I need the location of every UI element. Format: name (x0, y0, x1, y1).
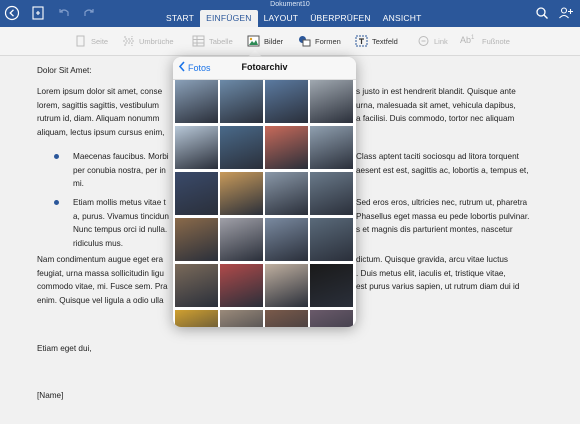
photo-thumbnail[interactable] (220, 126, 263, 169)
table-icon (192, 35, 205, 47)
toolbar-breaks-label: Umbrüche (139, 36, 174, 46)
photo-thumbnail[interactable] (265, 218, 308, 261)
photo-thumbnail[interactable] (220, 310, 263, 327)
toolbar-shapes-label: Formen (315, 36, 341, 46)
toolbar-textbox-label: Textfeld (372, 36, 398, 46)
photo-thumbnail[interactable] (265, 172, 308, 215)
toolbar-link[interactable]: Link (417, 34, 448, 48)
photo-picker-popover: Fotos Fotoarchiv (173, 57, 356, 327)
file-icon[interactable] (30, 5, 46, 21)
bullet-marker (54, 200, 59, 205)
photo-thumbnail[interactable] (220, 172, 263, 215)
para2-right-line-2: . Duis metus elit, iaculis et, tristique… (356, 268, 506, 278)
photo-thumbnail[interactable] (175, 218, 218, 261)
bullet1-right-line-1: Class aptent taciti sociosqu ad litora t… (356, 152, 519, 161)
ribbon-tabs: START EINFÜGEN LAYOUT ÜBERPRÜFEN ANSICHT (160, 10, 427, 27)
photo-thumbnail[interactable] (175, 264, 218, 307)
textbox-icon (355, 35, 368, 47)
toolbar-page[interactable]: Seite (74, 34, 108, 48)
photo-thumbnail[interactable] (265, 80, 308, 123)
toolbar-link-label: Link (434, 36, 448, 46)
photo-thumbnail[interactable] (220, 264, 263, 307)
title-bar: Dokument10 START EINFÜGEN LAYOUT ÜBERPRÜ… (0, 0, 580, 27)
bullet2-right-line-3: s et magnis dis parturient montes, nasce… (356, 225, 513, 234)
toolbar-footnote-label: Fußnote (482, 36, 510, 46)
photo-thumbnail[interactable] (265, 264, 308, 307)
undo-icon[interactable] (56, 5, 72, 21)
closing-line: Etiam eget dui, (37, 344, 92, 353)
toolbar-table-label: Tabelle (209, 36, 233, 46)
page-icon (74, 35, 87, 47)
toolbar-footnote[interactable]: Ab1 Fußnote (460, 34, 510, 48)
photo-thumbnail[interactable] (175, 310, 218, 327)
photo-thumbnail[interactable] (265, 126, 308, 169)
photo-thumbnail[interactable] (310, 264, 353, 307)
para1-right-line-2: urna, malesuada sit amet, vehicula dapib… (356, 100, 516, 110)
shapes-icon (298, 35, 311, 47)
popover-header: Fotos Fotoarchiv (173, 57, 356, 80)
bullet1-right-line-2: aesent est est, sagittis ac, lobortis a,… (356, 165, 529, 175)
search-icon[interactable] (534, 5, 550, 21)
toolbar-pictures-label: Bilder (264, 36, 284, 46)
share-person-icon[interactable] (558, 5, 574, 21)
photo-thumbnail[interactable] (310, 172, 353, 215)
back-icon[interactable] (4, 5, 20, 21)
signature-placeholder: [Name] (37, 391, 64, 400)
toolbar-breaks[interactable]: Umbrüche (122, 34, 174, 48)
toolbar-pictures[interactable]: Bilder (247, 34, 283, 48)
para2-right-line-3: est purus varius sapien, ut rutrum diam … (356, 282, 520, 291)
photo-thumbnail[interactable] (220, 218, 263, 261)
photo-thumbnail[interactable] (310, 80, 353, 123)
photo-thumbnail[interactable] (310, 218, 353, 261)
tab-layout[interactable]: LAYOUT (258, 10, 305, 27)
pictures-icon (247, 35, 260, 47)
photo-thumbnail[interactable] (265, 310, 308, 327)
photo-thumbnail[interactable] (175, 80, 218, 123)
photo-thumbnail[interactable] (310, 126, 353, 169)
insert-toolbar: Seite Umbrüche Tabelle Bilder Formen Tex… (0, 27, 580, 56)
bullet-marker (54, 154, 59, 159)
para1-right-line-3: a facilisi. Duis commodo, tortor nec ali… (356, 114, 515, 123)
photo-thumbnail[interactable] (175, 126, 218, 169)
breaks-icon (122, 35, 135, 47)
photo-thumbnail[interactable] (310, 310, 353, 327)
footnote-icon: Ab1 (460, 35, 475, 45)
para2-right-line-1: dictum. Quisque gravida, arcu vitae luct… (356, 255, 508, 264)
album-title: Fotoarchiv (241, 62, 288, 72)
toolbar-table[interactable]: Tabelle (192, 34, 233, 48)
tab-ueberpruefen[interactable]: ÜBERPRÜFEN (304, 10, 377, 27)
toolbar-shapes[interactable]: Formen (298, 34, 341, 48)
photo-thumbnail[interactable] (220, 80, 263, 123)
toolbar-page-label: Seite (91, 36, 109, 46)
redo-icon[interactable] (81, 5, 97, 21)
photo-thumbnail[interactable] (175, 172, 218, 215)
tab-start[interactable]: START (160, 10, 200, 27)
link-icon (417, 35, 430, 47)
tab-ansicht[interactable]: ANSICHT (377, 10, 428, 27)
toolbar-textbox[interactable]: Textfeld (355, 34, 398, 48)
para1-right-line-1: s justo in est hendrerit blandit. Quisqu… (356, 87, 516, 96)
bullet2-right-line-1: Sed eros eros, ultricies nec, rutrum ut,… (356, 198, 528, 207)
bullet2-right-line-2: Phasellus eget massa eu pede lobortis pu… (356, 211, 530, 221)
tab-einfuegen[interactable]: EINFÜGEN (200, 10, 258, 27)
